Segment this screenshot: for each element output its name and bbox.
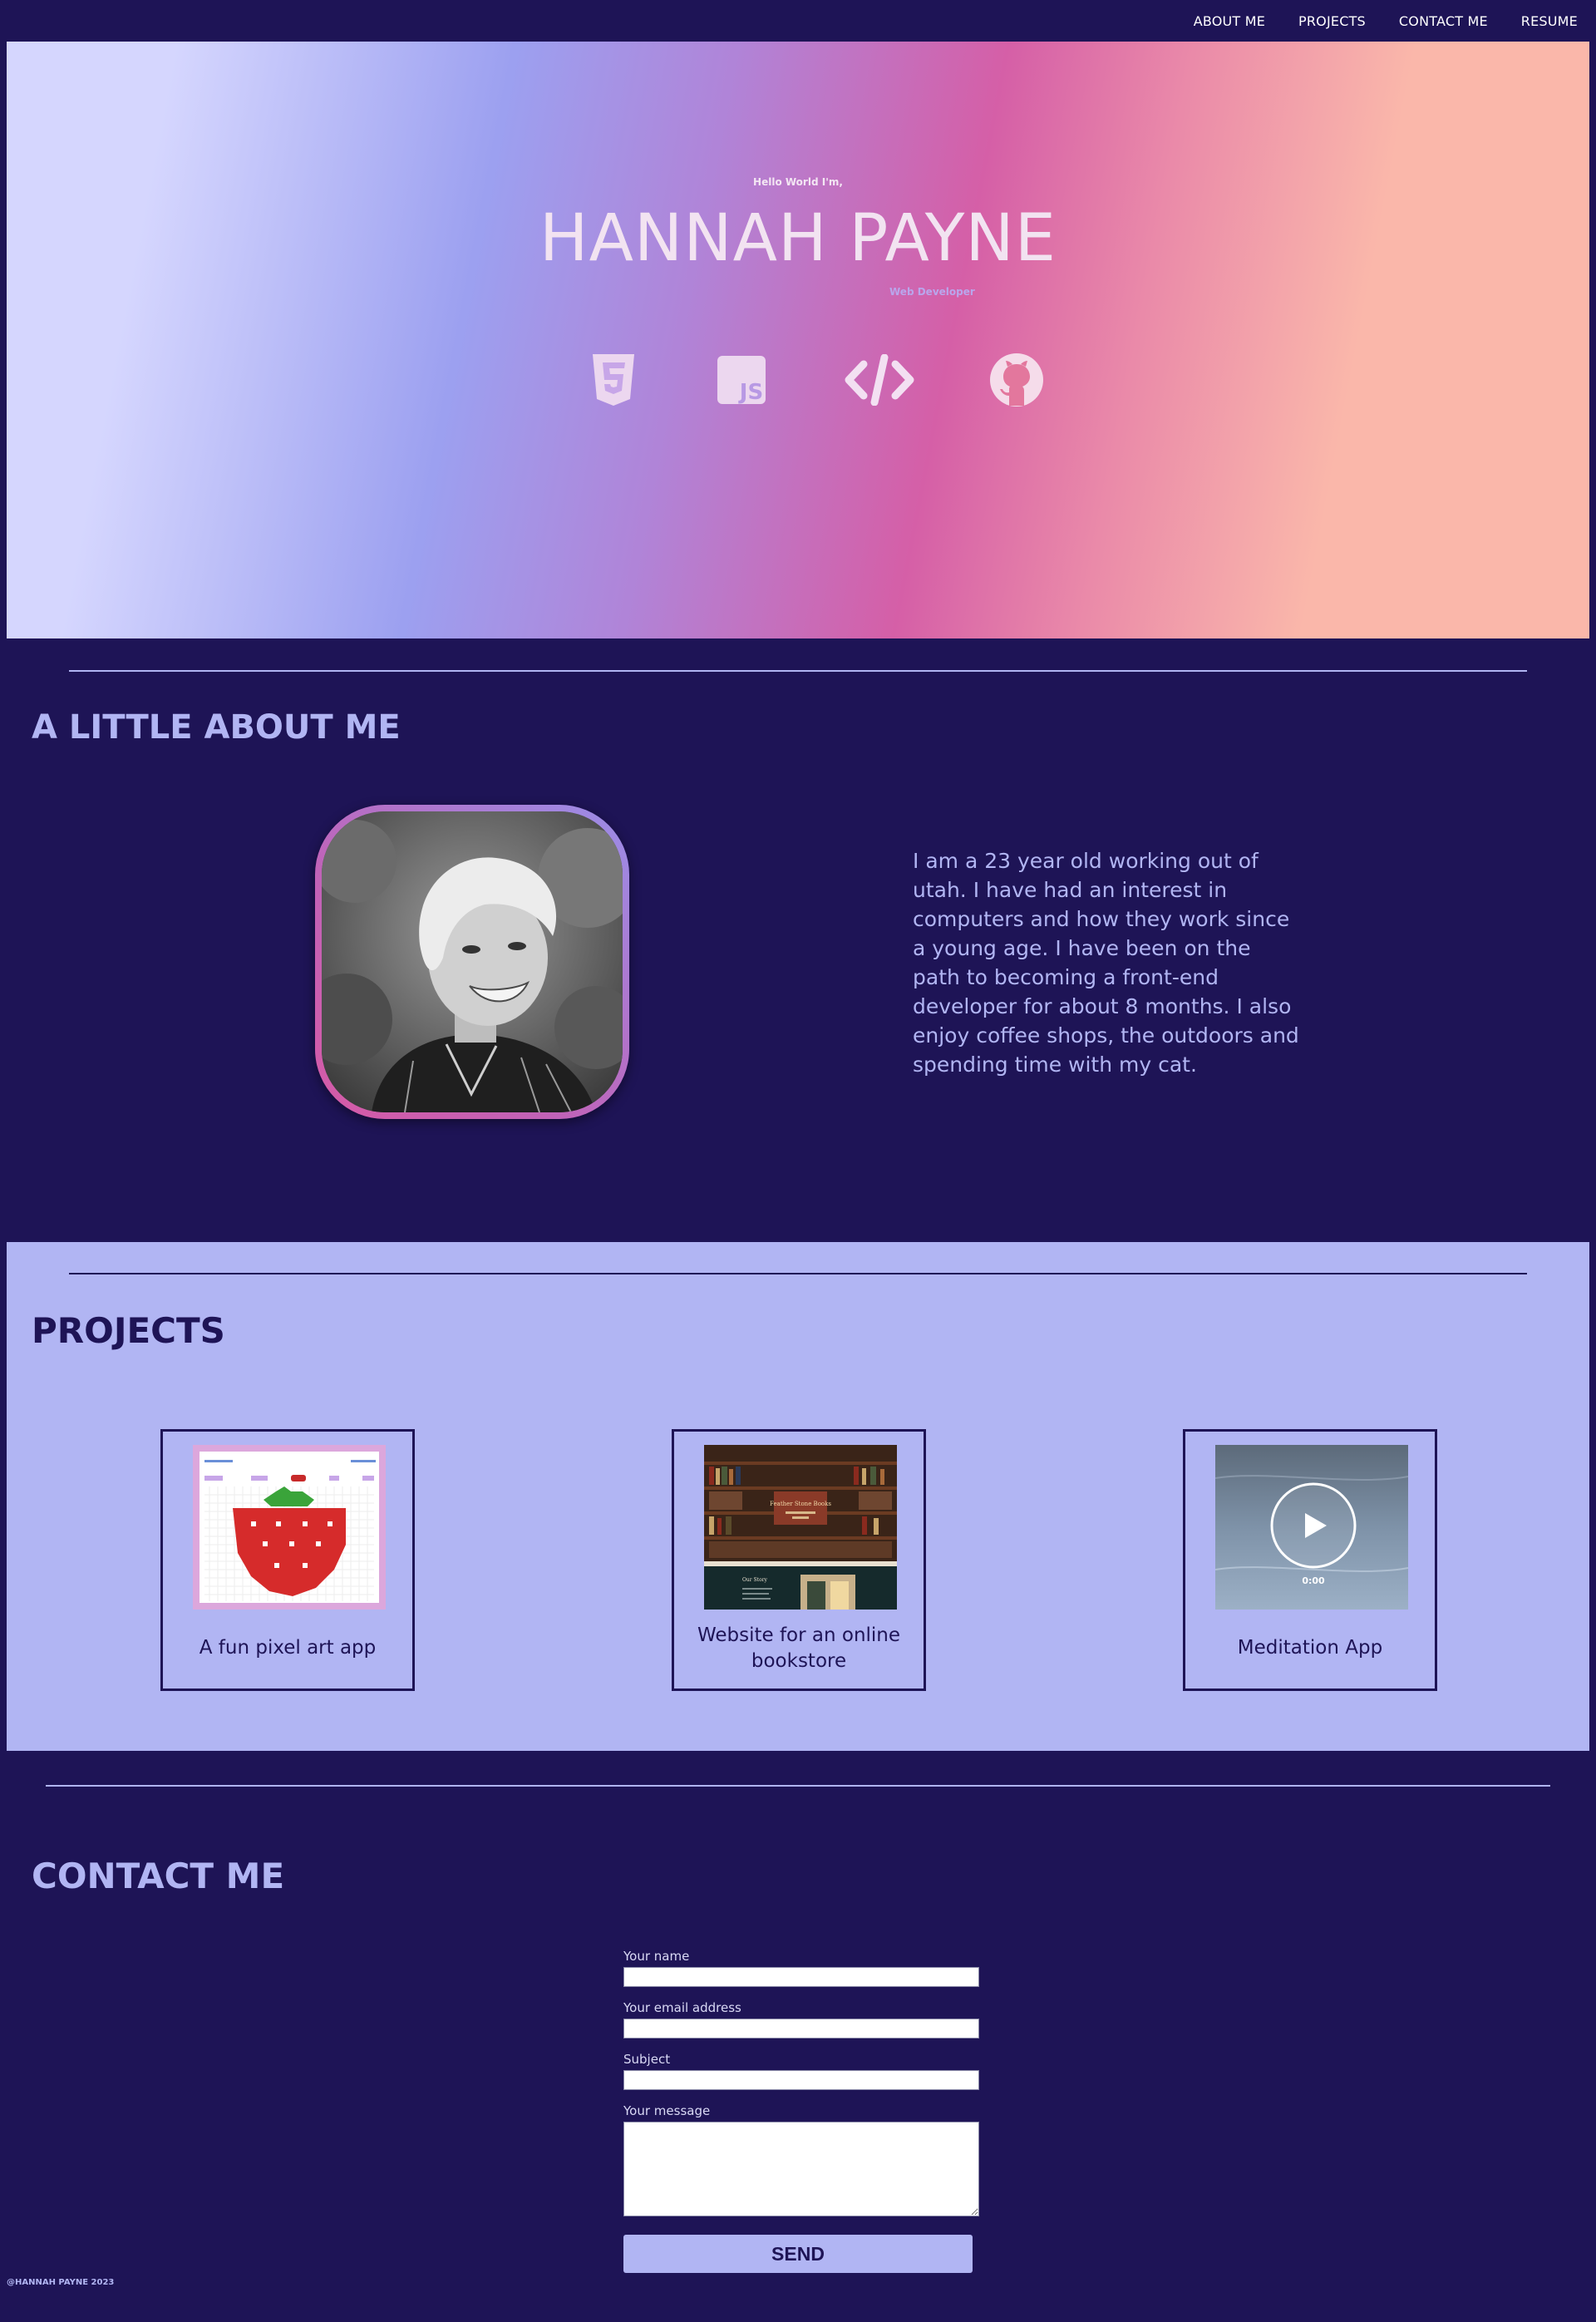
top-navigation: ABOUT ME PROJECTS CONTACT ME RESUME (0, 0, 1596, 42)
email-field[interactable] (623, 2019, 979, 2039)
contact-form: Your name Your email address Subject You… (623, 1949, 979, 2273)
hero-name: HANNAH PAYNE (539, 201, 1057, 276)
projects-section: PROJECTS A fun pixel art app Feather Sto… (7, 1242, 1589, 1751)
email-label: Your email address (623, 2000, 741, 2015)
contact-divider (46, 1785, 1550, 1787)
skill-icons: JS (7, 351, 1589, 417)
nav-contact-me[interactable]: CONTACT ME (1399, 13, 1488, 29)
project-card-meditation[interactable]: 0:00 Meditation App (1183, 1429, 1437, 1691)
meditation-video-thumbnail[interactable]: 0:00 (1215, 1445, 1408, 1610)
hero-banner: Hello World I'm, HANNAH PAYNE Web Develo… (7, 42, 1589, 638)
footer-copyright: @HANNAH PAYNE 2023 (7, 2278, 115, 2287)
video-time: 0:00 (1302, 1575, 1325, 1586)
project-card-pixel-art[interactable]: A fun pixel art app (160, 1429, 415, 1691)
message-label: Your message (623, 2103, 711, 2118)
about-title: A LITTLE ABOUT ME (32, 708, 401, 747)
project-label: A fun pixel art app (199, 1637, 377, 1659)
message-field[interactable] (623, 2122, 979, 2216)
hero-greeting: Hello World I'm, (753, 176, 843, 188)
projects-divider (69, 1273, 1527, 1274)
portrait-frame (315, 805, 629, 1119)
name-field[interactable] (623, 1967, 979, 1987)
hero-role: Web Developer (889, 286, 975, 298)
about-text: I am a 23 year old working out of utah. … (913, 849, 1299, 1077)
bookstore-thumbnail[interactable]: Feather Stone Books Our Story (704, 1445, 897, 1610)
javascript-icon: JS (712, 351, 771, 409)
css3-icon (584, 351, 643, 409)
svg-text:JS: JS (738, 380, 763, 404)
github-icon[interactable] (988, 351, 1046, 409)
bookstore-thumb-title: Feather Stone Books (770, 1501, 831, 1507)
name-label: Your name (623, 1949, 690, 1964)
nav-projects[interactable]: PROJECTS (1298, 13, 1366, 29)
project-label: Meditation App (1237, 1637, 1383, 1659)
contact-title: CONTACT ME (32, 1856, 285, 1896)
projects-title: PROJECTS (32, 1310, 225, 1351)
project-card-bookstore[interactable]: Feather Stone Books Our Story Website fo… (672, 1429, 926, 1691)
send-button[interactable]: SEND (623, 2235, 973, 2273)
subject-field[interactable] (623, 2070, 979, 2090)
portrait-photo (322, 811, 623, 1112)
project-label: Website for an online bookstore (697, 1624, 901, 1672)
code-icon (844, 351, 915, 409)
pixel-art-thumbnail[interactable] (193, 1445, 386, 1610)
nav-about-me[interactable]: ABOUT ME (1194, 13, 1265, 29)
about-divider (69, 670, 1527, 672)
bookstore-thumb-subtitle: Our Story (742, 1577, 768, 1583)
subject-label: Subject (623, 2052, 671, 2067)
nav-resume[interactable]: RESUME (1521, 13, 1578, 29)
